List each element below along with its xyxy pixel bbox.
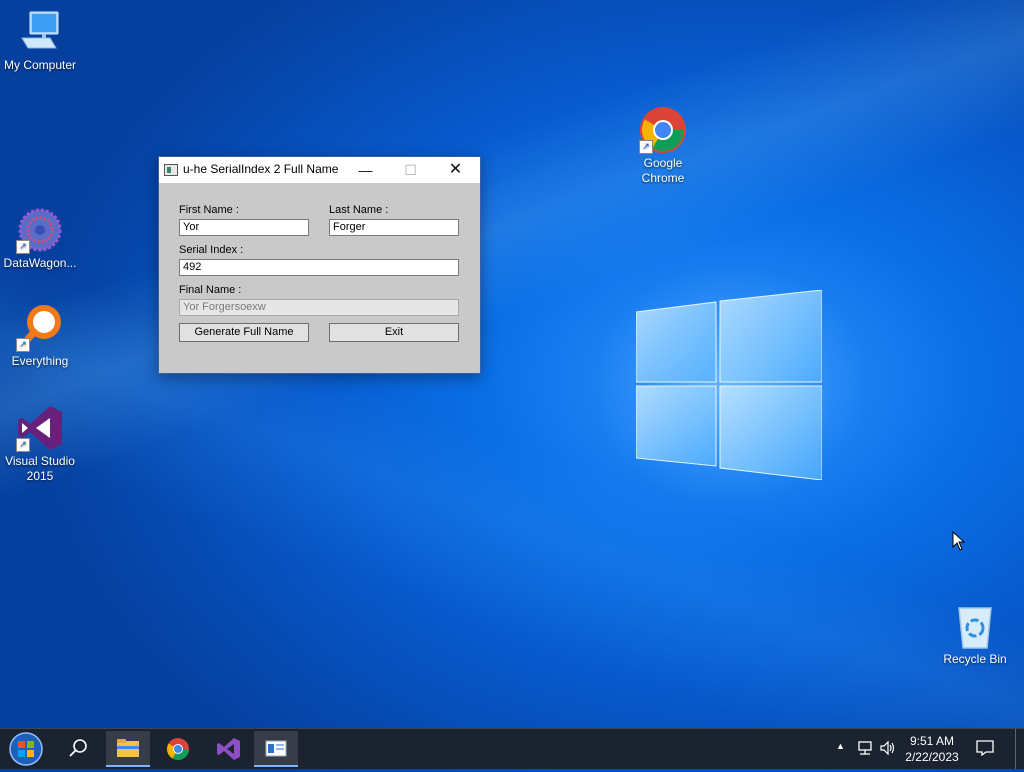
desktop-icon-everything[interactable]: ↗ Everything [0, 304, 80, 369]
shortcut-arrow-icon: ↗ [16, 240, 30, 254]
wallpaper-light-beam [0, 0, 1024, 768]
app-icon [164, 164, 178, 176]
chrome-icon: ↗ [639, 106, 687, 154]
taskbar: ▲ 9:51 AM 2/22/2023 [0, 728, 1024, 769]
clock-time: 9:51 AM [909, 734, 955, 748]
final-name-field[interactable]: Yor Forgersoexw [179, 299, 459, 316]
windows-logo-wallpaper [636, 290, 822, 480]
desktop-icon-my-computer[interactable]: My Computer [0, 8, 80, 73]
desktop-icon-visual-studio[interactable]: ↗ Visual Studio 2015 [0, 404, 80, 484]
network-icon[interactable] [856, 740, 874, 756]
volume-icon[interactable] [879, 740, 897, 756]
recycle-bin-icon [951, 602, 999, 650]
desktop-icon-label: My Computer [3, 58, 77, 72]
exit-button[interactable]: Exit [329, 323, 459, 342]
desktop-icon-google-chrome[interactable]: ↗ Google Chrome [623, 106, 703, 186]
close-button[interactable]: ✕ [433, 157, 478, 183]
generate-full-name-button[interactable]: Generate Full Name [179, 323, 309, 342]
show-desktop-button[interactable] [1015, 729, 1024, 769]
desktop-icon-recycle-bin[interactable]: Recycle Bin [935, 602, 1015, 667]
desktop-icon-label: Everything [11, 354, 69, 368]
clock-date: 2/22/2023 [905, 750, 959, 764]
search-icon[interactable] [56, 731, 100, 767]
visual-studio-icon: ↗ [16, 404, 64, 452]
last-name-field[interactable]: Forger [329, 219, 459, 236]
first-name-label: First Name : [179, 204, 239, 216]
last-name-label: Last Name : [329, 204, 389, 216]
desktop-icon-label: Recycle Bin [943, 652, 1007, 666]
chrome-icon[interactable] [156, 731, 200, 767]
window-titlebar[interactable]: u-he SerialIndex 2 Full Name — ☐ ✕ [159, 157, 480, 183]
shortcut-arrow-icon: ↗ [16, 438, 30, 452]
window-title: u-he SerialIndex 2 Full Name [183, 162, 339, 176]
final-name-label: Final Name : [179, 284, 242, 296]
shortcut-arrow-icon: ↗ [639, 140, 653, 154]
clock[interactable]: 9:51 AM 2/22/2023 [896, 733, 968, 765]
desktop-icon-label: Google Chrome [641, 156, 685, 185]
wallpaper-light-beam [0, 0, 1024, 768]
file-explorer-icon[interactable] [106, 731, 150, 767]
shortcut-arrow-icon: ↗ [16, 338, 30, 352]
datawagon-icon: ↗ [16, 206, 64, 254]
serial-index-label: Serial Index : [179, 244, 244, 256]
notification-center-icon[interactable] [975, 739, 995, 757]
desktop-icon-datawagon[interactable]: ↗ DataWagon... [0, 206, 80, 271]
computer-icon [16, 8, 64, 56]
desktop-icon-label: DataWagon... [3, 256, 77, 270]
minimize-button[interactable]: — [343, 157, 388, 183]
maximize-button[interactable]: ☐ [388, 157, 433, 183]
everything-search-icon: ↗ [16, 304, 64, 352]
tray-chevron-icon[interactable]: ▲ [836, 741, 845, 751]
first-name-field[interactable]: Yor [179, 219, 309, 236]
desktop-icon-label: Visual Studio 2015 [5, 454, 75, 483]
start-button[interactable] [4, 731, 48, 767]
serial-index-field[interactable]: 492 [179, 259, 459, 276]
mouse-cursor-icon [952, 531, 966, 551]
visual-studio-icon[interactable] [206, 731, 250, 767]
serialindex-window: u-he SerialIndex 2 Full Name — ☐ ✕ First… [158, 156, 481, 374]
serialindex-app-icon[interactable] [254, 731, 298, 767]
